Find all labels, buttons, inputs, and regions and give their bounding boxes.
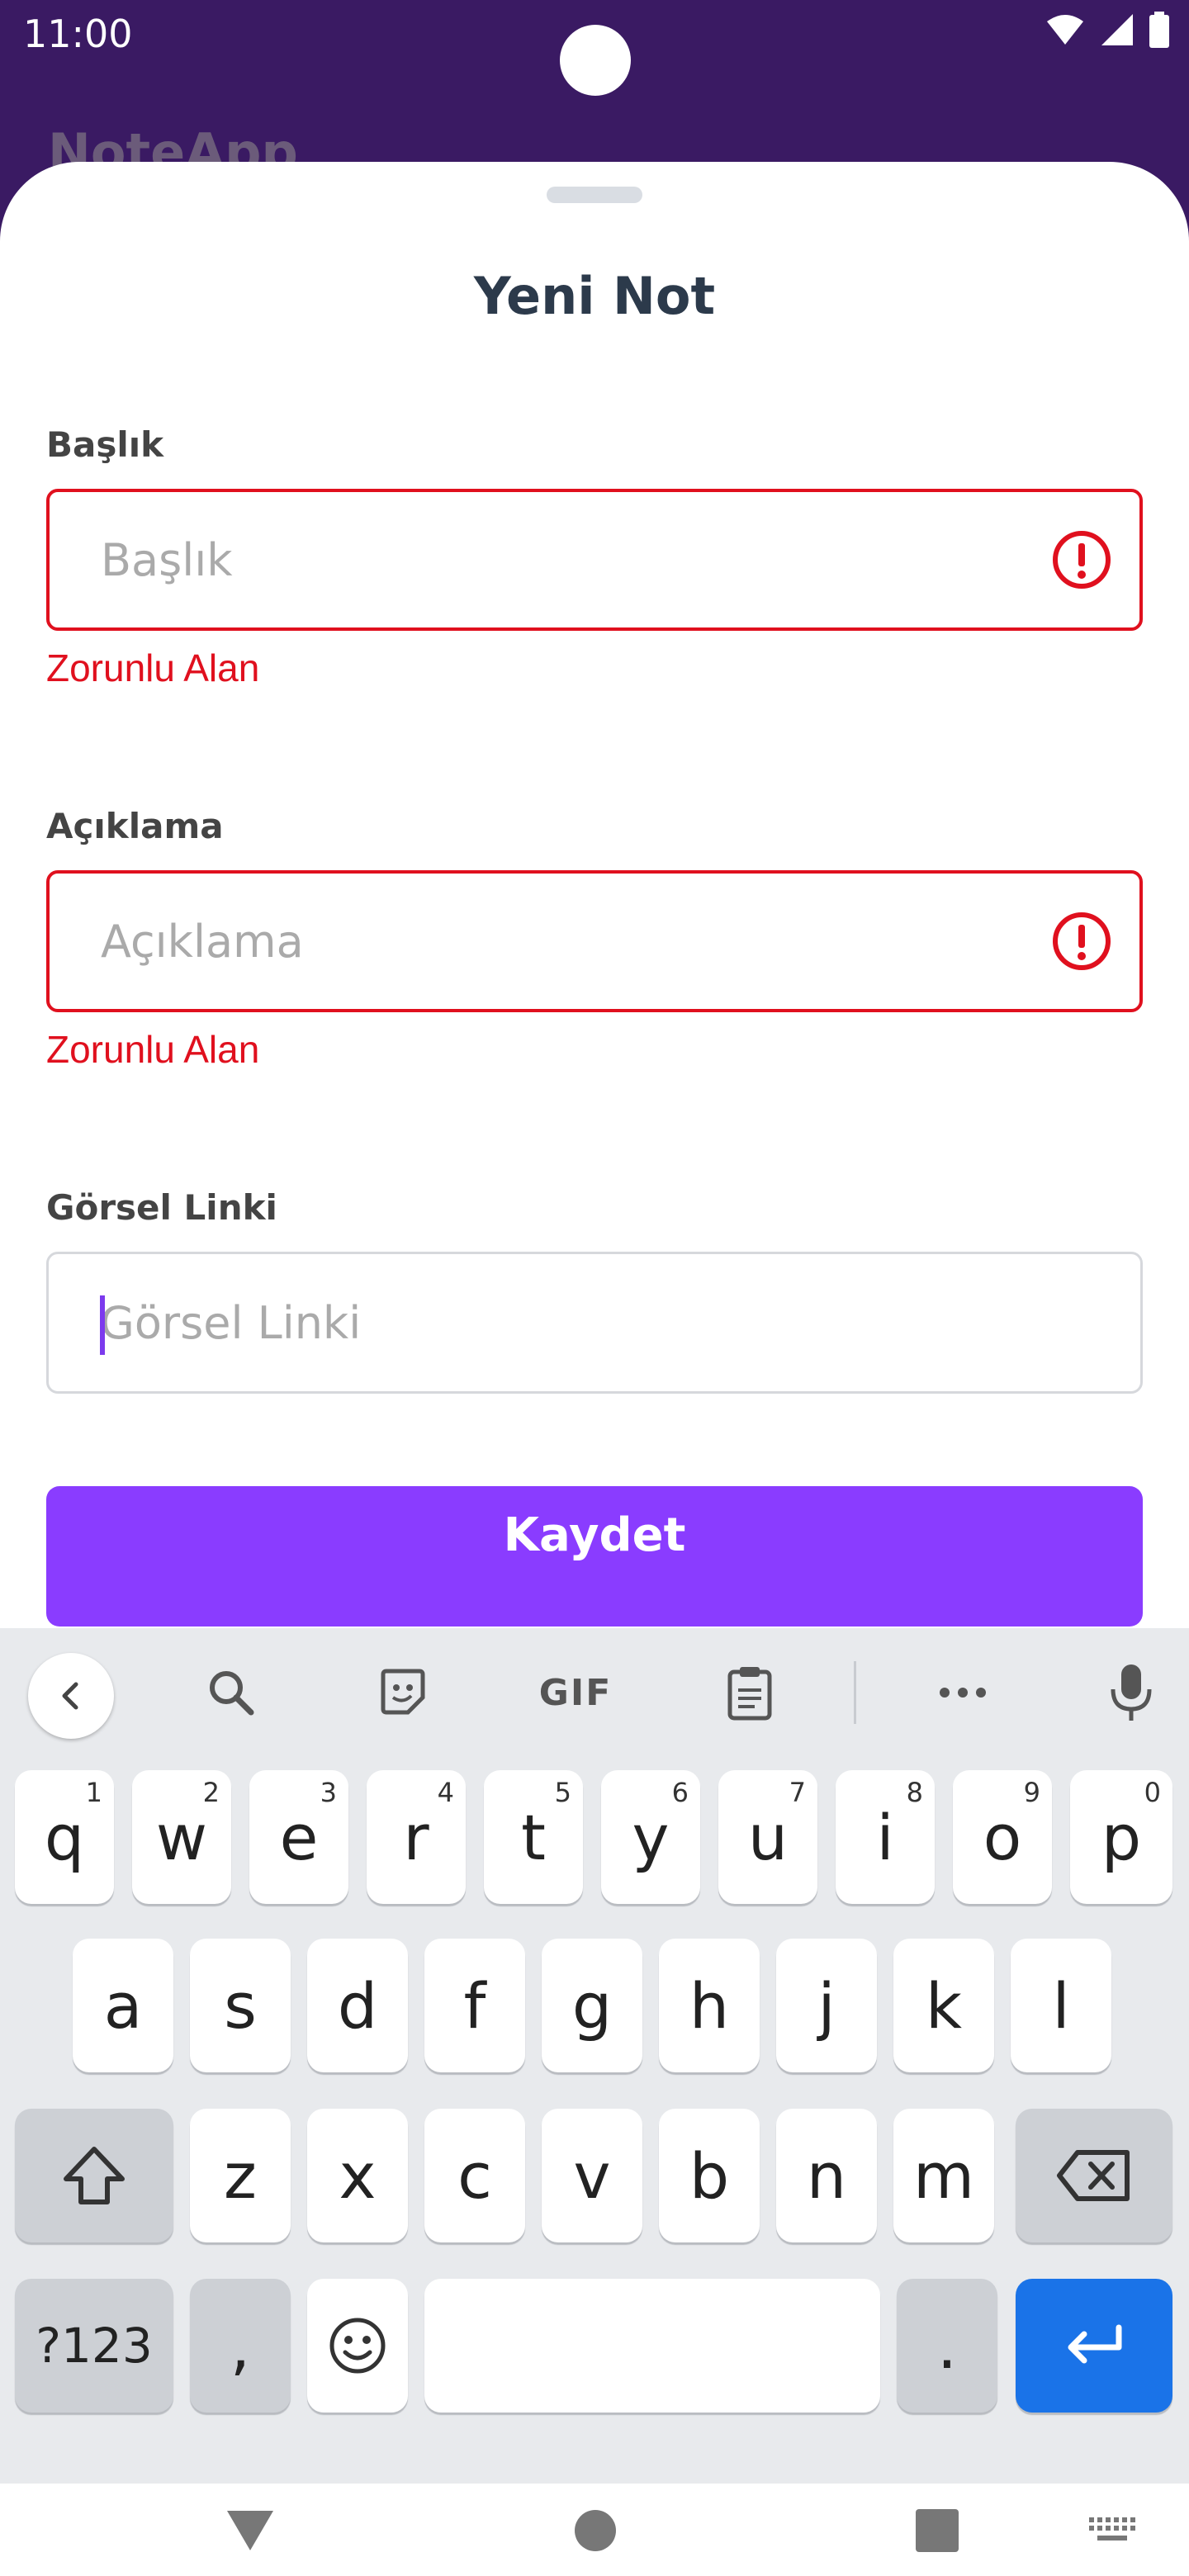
toolbar-divider [854, 1661, 856, 1724]
key-w[interactable]: w2 [132, 1770, 231, 1904]
more-horizontal-icon [940, 1688, 986, 1698]
image-link-input[interactable] [100, 1254, 1008, 1391]
image-link-label: Görsel Linki [46, 1187, 277, 1228]
nav-home-button[interactable] [566, 2502, 624, 2559]
key-z[interactable]: z [190, 2109, 291, 2242]
description-input[interactable] [101, 874, 1009, 1009]
key-r[interactable]: r4 [367, 1770, 466, 1904]
system-nav-bar [0, 2484, 1189, 2576]
key-y[interactable]: y6 [601, 1770, 700, 1904]
soft-keyboard: GIF q1 w2 e3 r4 t5 y6 u7 i8 o9 p0 a s d … [0, 1628, 1189, 2484]
shift-key[interactable] [15, 2109, 173, 2242]
clipboard-icon [727, 1667, 772, 1721]
search-icon [210, 1671, 254, 1716]
chevron-left-icon [62, 1682, 78, 1710]
symbols-key[interactable]: ?123 [15, 2279, 173, 2413]
backspace-key[interactable] [1016, 2109, 1172, 2242]
key-x[interactable]: x [307, 2109, 408, 2242]
wifi-icon [1047, 15, 1083, 45]
keyboard-icon [1089, 2517, 1135, 2540]
emoji-key[interactable] [307, 2279, 408, 2413]
key-a[interactable]: a [73, 1939, 173, 2072]
key-e[interactable]: e3 [249, 1770, 348, 1904]
gif-button[interactable]: GIF [538, 1660, 613, 1726]
sticker-button[interactable] [370, 1660, 436, 1726]
key-d[interactable]: d [307, 1939, 408, 2072]
enter-key[interactable] [1016, 2279, 1172, 2413]
gif-label: GIF [538, 1671, 613, 1714]
drag-handle[interactable] [547, 187, 642, 203]
key-k[interactable]: k [893, 1939, 994, 2072]
new-note-sheet: Yeni Not Başlık Zorunlu Alan Açıklama Zo… [0, 162, 1189, 1631]
keyboard-toolbar: GIF [0, 1628, 1189, 1752]
save-button[interactable]: Kaydet [46, 1486, 1143, 1627]
image-link-field[interactable] [46, 1252, 1143, 1394]
voice-input-button[interactable] [1098, 1660, 1164, 1726]
key-n[interactable]: n [776, 2109, 877, 2242]
battery-icon [1149, 12, 1169, 48]
nav-recents-button[interactable] [908, 2502, 966, 2559]
key-c[interactable]: c [424, 2109, 525, 2242]
home-circle-icon [575, 2510, 616, 2551]
key-f[interactable]: f [424, 1939, 525, 2072]
title-error-text: Zorunlu Alan [46, 646, 260, 689]
key-q[interactable]: q1 [15, 1770, 114, 1904]
key-g[interactable]: g [542, 1939, 642, 2072]
emoji-icon [329, 2318, 386, 2374]
status-icons [1045, 12, 1169, 48]
comma-key[interactable]: , [190, 2279, 291, 2413]
keyboard-switch-button[interactable] [1083, 2502, 1141, 2559]
description-error-text: Zorunlu Alan [46, 1028, 260, 1071]
key-u[interactable]: u7 [718, 1770, 817, 1904]
recents-square-icon [916, 2509, 959, 2552]
nav-back-button[interactable] [221, 2502, 279, 2559]
shift-icon [64, 2147, 125, 2204]
keyboard-search-button[interactable] [198, 1660, 264, 1726]
toolbar-back-button[interactable] [28, 1653, 114, 1739]
text-cursor [100, 1295, 105, 1355]
clipboard-button[interactable] [717, 1660, 783, 1726]
sticker-icon [381, 1669, 425, 1715]
key-t[interactable]: t5 [484, 1770, 583, 1904]
back-triangle-icon [227, 2511, 273, 2550]
key-s[interactable]: s [190, 1939, 291, 2072]
save-button-label: Kaydet [503, 1508, 686, 1562]
key-h[interactable]: h [659, 1939, 760, 2072]
more-options-button[interactable] [930, 1660, 996, 1726]
description-label: Açıklama [46, 806, 224, 846]
space-key[interactable] [424, 2279, 880, 2413]
title-label: Başlık [46, 424, 164, 465]
key-o[interactable]: o9 [953, 1770, 1052, 1904]
key-p[interactable]: p0 [1070, 1770, 1172, 1904]
camera-cutout [560, 25, 631, 96]
backspace-icon [1057, 2150, 1130, 2201]
key-i[interactable]: i8 [836, 1770, 935, 1904]
key-v[interactable]: v [542, 2109, 642, 2242]
key-b[interactable]: b [659, 2109, 760, 2242]
title-field[interactable] [46, 489, 1143, 631]
error-icon [1053, 531, 1111, 589]
status-time: 11:00 [23, 12, 133, 56]
description-field[interactable] [46, 870, 1143, 1012]
title-input[interactable] [101, 492, 1009, 627]
error-icon [1053, 912, 1111, 970]
enter-icon [1068, 2324, 1122, 2364]
key-l[interactable]: l [1011, 1939, 1111, 2072]
period-key[interactable]: . [897, 2279, 997, 2413]
microphone-icon [1111, 1664, 1152, 1721]
key-j[interactable]: j [776, 1939, 877, 2072]
key-m[interactable]: m [893, 2109, 994, 2242]
sheet-title: Yeni Not [473, 266, 716, 326]
signal-icon [1101, 14, 1133, 45]
